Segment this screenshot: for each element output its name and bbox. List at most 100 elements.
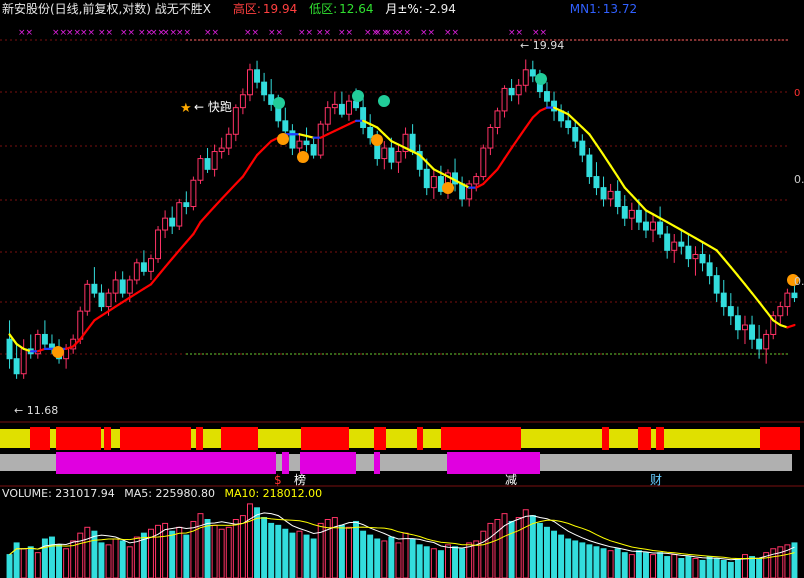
- candle-body: [791, 292, 798, 299]
- candle-body: [190, 179, 197, 208]
- candle-body: [254, 69, 261, 83]
- ma-segment: [524, 116, 534, 129]
- volume-bar: [579, 542, 586, 578]
- volume-bar: [501, 513, 508, 578]
- candle-body: [713, 275, 720, 294]
- volume-bar: [239, 515, 246, 578]
- right-axis-tick-3: 0.: [794, 275, 804, 288]
- ma-segment: [121, 296, 131, 304]
- volume-bar: [487, 522, 494, 578]
- ma-segment: [538, 106, 549, 113]
- top-marker: ××: [444, 28, 459, 38]
- top-marker: ××: [80, 28, 95, 38]
- candle-body: [112, 279, 119, 294]
- top-marker: ××: [98, 28, 113, 38]
- candle-body: [508, 87, 515, 96]
- ma-segment: [263, 140, 273, 150]
- candlesticks: [6, 59, 798, 379]
- candle-body: [671, 241, 678, 251]
- volume-bar: [593, 546, 600, 578]
- band-label-dollar: $: [274, 473, 282, 487]
- volume-bar: [126, 546, 133, 578]
- volume-bar: [246, 503, 253, 578]
- volume-bar: [671, 554, 678, 578]
- candle-body: [360, 107, 367, 129]
- volume-bar: [416, 544, 423, 578]
- candle-body: [706, 262, 713, 277]
- volume-bar: [70, 540, 77, 578]
- ma-segment: [93, 314, 103, 322]
- volume-bar: [204, 519, 211, 578]
- candle-body: [204, 158, 211, 170]
- buy-signal-icon: [297, 151, 309, 163]
- top-marker: ××: [66, 28, 81, 38]
- buy-signal-icon: [52, 346, 64, 358]
- ma-segment: [666, 220, 676, 228]
- candle-body: [657, 221, 664, 235]
- volume-bar: [402, 532, 409, 578]
- volume-bar: [678, 558, 685, 578]
- ma-segment: [750, 292, 761, 304]
- top-marker: ××: [316, 28, 331, 38]
- candle-body: [784, 292, 791, 308]
- candle-body: [353, 100, 360, 109]
- volume-bar: [607, 550, 614, 578]
- ma-segment: [659, 217, 669, 224]
- ma-segment: [517, 126, 527, 139]
- volume-bar: [508, 520, 515, 578]
- ma-segment: [369, 123, 379, 129]
- band-red-segment: [30, 427, 50, 450]
- ma-segment: [644, 209, 655, 216]
- candle-body: [692, 253, 699, 260]
- ma-segment: [248, 153, 259, 167]
- ma-segment: [234, 175, 244, 186]
- ma-segment: [255, 146, 266, 157]
- volume-bar: [452, 546, 459, 578]
- candle-body: [268, 94, 275, 105]
- ma-segment: [602, 153, 612, 167]
- volume-bar: [27, 546, 34, 578]
- band-red-segment: [56, 427, 101, 450]
- ma-segment: [178, 241, 188, 252]
- candle-body: [20, 348, 27, 375]
- top-marker: ××: [244, 28, 259, 38]
- band-red-segment: [441, 427, 521, 450]
- volume-bar: [289, 532, 296, 578]
- ma-segment: [206, 205, 216, 216]
- ma-segment: [326, 129, 336, 136]
- candle-body: [41, 333, 48, 345]
- band-red-segment: [656, 427, 664, 450]
- ma-segment: [227, 182, 237, 193]
- ma-segment: [722, 257, 732, 269]
- candle-body: [628, 209, 635, 219]
- volume-bar: [713, 558, 720, 578]
- candle-body: [763, 333, 770, 350]
- volume-bar: [720, 559, 727, 578]
- volume-bar: [437, 550, 444, 578]
- ma-segment: [15, 342, 25, 350]
- volume-bar: [770, 548, 777, 578]
- candle-body: [600, 187, 607, 200]
- candle-body: [741, 324, 748, 331]
- candle-body: [529, 69, 536, 77]
- volume-bars: [6, 503, 798, 578]
- band-red-segment: [301, 427, 349, 450]
- ma-segment: [142, 283, 153, 290]
- top-marker: ××: [338, 28, 353, 38]
- volume-bar: [345, 526, 352, 578]
- volume-bar: [409, 538, 416, 578]
- top-marker: ××: [420, 28, 435, 38]
- volume-bar: [734, 558, 741, 578]
- top-marker: ××: [162, 28, 177, 38]
- volume-bar: [388, 536, 395, 578]
- ma-segment: [623, 186, 633, 197]
- ma-segment: [340, 123, 351, 129]
- sell-signal-icon: [352, 90, 364, 102]
- candle-body: [303, 140, 310, 146]
- volume-bar: [296, 530, 303, 578]
- volume-bar: [480, 530, 487, 578]
- volume-bar: [176, 526, 183, 578]
- ma-segment: [114, 300, 124, 308]
- ma-segment: [185, 232, 195, 244]
- volume-bar: [6, 554, 13, 578]
